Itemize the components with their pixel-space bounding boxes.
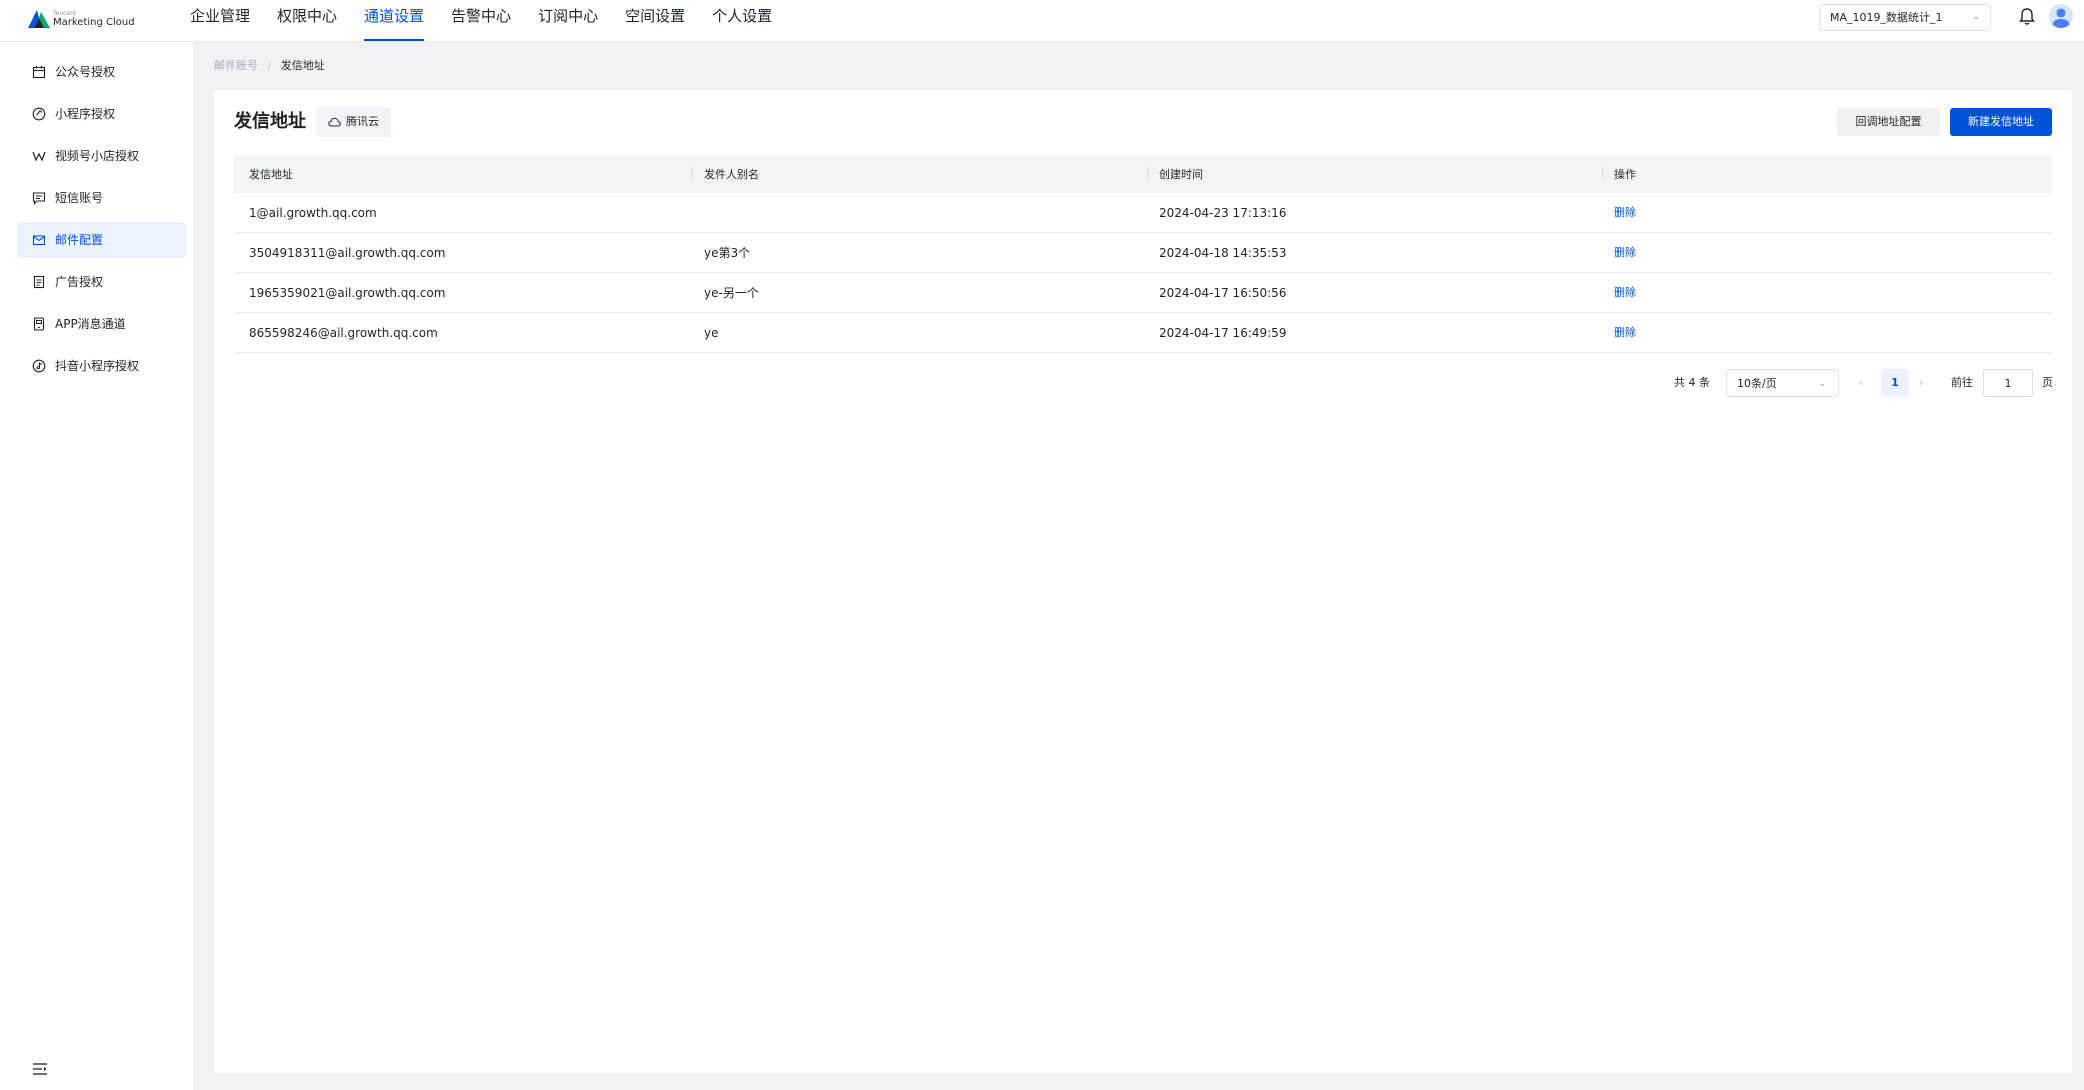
main-card: 发信地址 腾讯云 回调地址配置 新建发信地址 发信地址 发件人别名 创建时间 操…	[214, 90, 2072, 1073]
cell-created: 2024-04-23 17:13:16	[1159, 206, 1287, 220]
cell-alias: ye-另一个	[704, 286, 759, 300]
sidebar-item-miniprogram[interactable]: 小程序授权	[17, 96, 186, 132]
sidebar-item-label: 抖音小程序授权	[55, 359, 140, 373]
cell-created: 2024-04-18 14:35:53	[1159, 246, 1287, 260]
breadcrumb: 邮件账号 / 发信地址	[214, 57, 325, 73]
space-select[interactable]: MA_1019_数据统计_1 ⌄	[1819, 4, 1991, 31]
nav-item-subscription[interactable]: 订阅中心	[538, 0, 598, 42]
breadcrumb-current: 发信地址	[280, 59, 325, 72]
table-row: 865598246@ail.growth.qq.com ye 2024-04-1…	[234, 313, 2052, 353]
new-sender-address-button[interactable]: 新建发信地址	[1950, 108, 2052, 136]
sidebar-item-label: 邮件配置	[55, 233, 104, 247]
column-divider	[1602, 167, 1603, 182]
sms-icon	[32, 192, 46, 205]
nav-item-alert[interactable]: 告警中心	[451, 0, 511, 42]
sidebar-item-label: 广告授权	[55, 275, 104, 289]
column-divider	[1147, 167, 1148, 182]
page-size-select[interactable]: 10条/页 ⌄	[1726, 369, 1839, 397]
logo-icon	[28, 10, 50, 28]
sidebar-item-official-account[interactable]: 公众号授权	[17, 54, 186, 90]
prev-page-icon[interactable]: ‹	[1859, 369, 1863, 397]
table-row: 3504918311@ail.growth.qq.com ye第3个 2024-…	[234, 233, 2052, 273]
column-header-action: 操作	[1614, 168, 1636, 181]
app-message-icon	[33, 317, 45, 331]
logo-text: Marketing Cloud	[53, 17, 135, 28]
bell-icon[interactable]	[2018, 7, 2036, 27]
page-number-current[interactable]: 1	[1881, 369, 1909, 397]
table-row: 1@ail.growth.qq.com 2024-04-23 17:13:16 …	[234, 193, 2052, 233]
cloud-icon	[328, 117, 341, 127]
sidebar-item-douyin-miniprogram[interactable]: 抖音小程序授权	[17, 348, 186, 384]
cell-created: 2024-04-17 16:50:56	[1159, 286, 1287, 300]
breadcrumb-separator: /	[267, 59, 272, 72]
cell-address: 1965359021@ail.growth.qq.com	[249, 286, 446, 300]
logo[interactable]: Tencent Marketing Cloud	[28, 6, 178, 34]
sidebar-item-label: 短信账号	[55, 191, 104, 205]
sidebar-item-channels-shop[interactable]: 视频号小店授权	[17, 138, 186, 174]
column-header-address: 发信地址	[249, 168, 293, 181]
ad-icon	[33, 275, 45, 289]
collapse-menu-icon[interactable]	[32, 1062, 48, 1076]
breadcrumb-parent[interactable]: 邮件账号	[214, 59, 258, 72]
delete-link[interactable]: 删除	[1614, 313, 1636, 353]
nav-item-channel-settings[interactable]: 通道设置	[364, 0, 425, 42]
sidebar-item-label: 小程序授权	[55, 107, 116, 121]
logo-small-text: Tencent	[53, 10, 77, 17]
sidebar-item-label: 公众号授权	[55, 65, 116, 79]
avatar-figure-icon	[2052, 8, 2070, 28]
vendor-tag: 腾讯云	[316, 107, 391, 137]
column-divider	[692, 167, 693, 182]
space-select-value: MA_1019_数据统计_1	[1830, 11, 1943, 24]
table-header: 发信地址 发件人别名 创建时间 操作	[234, 156, 2052, 193]
nav-item-permission[interactable]: 权限中心	[277, 0, 337, 42]
delete-link[interactable]: 删除	[1614, 193, 1636, 233]
cell-address: 865598246@ail.growth.qq.com	[249, 326, 438, 340]
column-header-created: 创建时间	[1159, 168, 1203, 181]
nav-item-enterprise[interactable]: 企业管理	[190, 0, 250, 42]
cell-address: 1@ail.growth.qq.com	[249, 206, 377, 220]
page-unit-label: 页	[2042, 376, 2053, 389]
goto-page-input[interactable]: 1	[1983, 369, 2033, 397]
sidebar-item-label: 视频号小店授权	[55, 149, 140, 163]
sidebar-item-ad-auth[interactable]: 广告授权	[17, 264, 186, 300]
sidebar-item-label: APP消息通道	[55, 317, 126, 331]
table-row: 1965359021@ail.growth.qq.com ye-另一个 2024…	[234, 273, 2052, 313]
channels-icon	[32, 151, 46, 162]
delete-link[interactable]: 删除	[1614, 233, 1636, 273]
cell-alias: ye第3个	[704, 246, 751, 260]
miniprogram-icon	[32, 107, 46, 121]
chevron-down-icon: ⌄	[1818, 379, 1826, 389]
pagination-total: 共 4 条	[1674, 376, 1710, 389]
top-bar: Tencent Marketing Cloud 企业管理 权限中心 通道设置 告…	[0, 0, 2084, 42]
cell-address: 3504918311@ail.growth.qq.com	[249, 246, 446, 260]
next-page-icon[interactable]: ›	[1919, 369, 1923, 397]
cell-alias: ye	[704, 326, 719, 340]
callback-address-config-button[interactable]: 回调地址配置	[1837, 108, 1940, 136]
top-nav: 企业管理 权限中心 通道设置 告警中心 订阅中心 空间设置 个人设置	[190, 0, 799, 42]
page-size-value: 10条/页	[1737, 377, 1777, 390]
douyin-icon	[32, 359, 46, 373]
goto-label: 前往	[1951, 376, 1973, 389]
sidebar-item-mail-config[interactable]: 邮件配置	[17, 222, 186, 258]
vendor-tag-label: 腾讯云	[346, 115, 379, 128]
sidebar: 公众号授权 小程序授权 视频号小店授权 短信账号 邮件配置 广告授权 APP消息…	[0, 42, 193, 1090]
sender-address-table: 发信地址 发件人别名 创建时间 操作 1@ail.growth.qq.com 2…	[234, 156, 2052, 353]
cell-created: 2024-04-17 16:49:59	[1159, 326, 1287, 340]
sidebar-item-app-message[interactable]: APP消息通道	[17, 306, 186, 342]
calendar-icon	[32, 66, 46, 79]
user-avatar-icon[interactable]	[2049, 4, 2073, 28]
chevron-down-icon: ⌄	[1972, 12, 1980, 22]
delete-link[interactable]: 删除	[1614, 273, 1636, 313]
mail-icon	[32, 235, 46, 246]
nav-item-space-settings[interactable]: 空间设置	[625, 0, 685, 42]
column-header-alias: 发件人别名	[704, 168, 759, 181]
nav-item-personal-settings[interactable]: 个人设置	[712, 0, 772, 42]
sidebar-item-sms-account[interactable]: 短信账号	[17, 180, 186, 216]
page-title: 发信地址	[234, 111, 306, 132]
